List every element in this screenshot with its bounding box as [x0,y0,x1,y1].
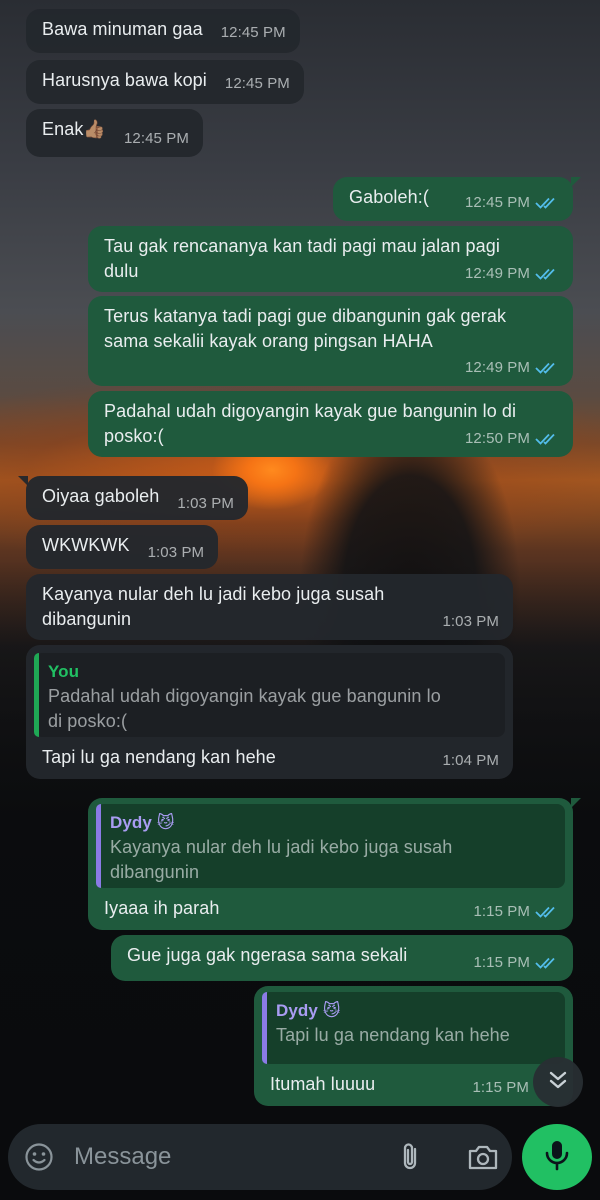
message-time: 1:15 PM [472,1079,529,1096]
double-check-icon [535,905,561,919]
incoming-reply-message[interactable]: You Padahal udah digoyangin kayak gue ba… [26,645,513,779]
message-meta: 1:03 PM [442,609,499,634]
message-time: 1:15 PM [473,954,530,971]
message-meta: 12:50 PM [465,426,561,451]
message-time: 12:45 PM [224,75,290,92]
message-time: 1:04 PM [442,752,499,769]
quoted-message[interactable]: You Padahal udah digoyangin kayak gue ba… [34,653,505,737]
outgoing-message[interactable]: Tau gak rencananya kan tadi pagi mau jal… [88,226,573,292]
quoted-message[interactable]: Dydy 😼 Tapi lu ga nendang kan hehe [262,992,565,1064]
message-time: 1:15 PM [473,903,530,920]
double-check-icon [535,432,561,446]
incoming-message[interactable]: WKWKWK 1:03 PM [26,525,219,569]
outgoing-reply-message[interactable]: Dydy 😼 Tapi lu ga nendang kan hehe Ituma… [254,986,573,1106]
double-check-icon [535,196,561,210]
quoted-text: Tapi lu ga nendang kan hehe [276,1025,510,1045]
message-text: Harusnya bawa kopi [42,70,207,90]
voice-record-button[interactable] [522,1124,592,1190]
quoted-text: Kayanya nular deh lu jadi kebo juga susa… [110,837,453,882]
microphone-icon [544,1139,570,1176]
message-text: Gaboleh:( [349,187,429,207]
message-input[interactable] [74,1138,374,1176]
incoming-message[interactable]: Enak👍🏽 12:45 PM [26,109,203,157]
quoted-sender: Dydy 😼 [276,1001,341,1020]
message-list[interactable]: Bawa minuman gaa 12:45 PM Harusnya bawa k… [0,0,600,1120]
quoted-sender: You [48,662,80,681]
message-time: 12:45 PM [123,130,189,147]
incoming-message[interactable]: Bawa minuman gaa 12:45 PM [26,9,300,53]
outgoing-reply-message[interactable]: Dydy 😼 Kayanya nular deh lu jadi kebo ju… [88,798,581,930]
message-meta: 12:49 PM [465,261,561,286]
outgoing-message[interactable]: Padahal udah digoyangin kayak gue bangun… [88,391,573,457]
double-check-icon [535,267,561,281]
double-check-icon [535,361,561,375]
message-text: Tau gak rencananya kan tadi pagi mau jal… [104,236,500,281]
double-check-icon [535,956,561,970]
message-time: 1:03 PM [147,544,205,561]
quoted-sender: Dydy 😼 [110,813,175,832]
message-time: 12:45 PM [464,194,530,211]
message-time: 12:45 PM [220,24,286,41]
message-text: Enak👍🏽 [42,119,106,139]
quoted-text: Padahal udah digoyangin kayak gue bangun… [48,686,441,731]
message-composer [8,1124,512,1190]
camera-icon[interactable] [466,1142,500,1172]
message-text: Terus katanya tadi pagi gue dibangunin g… [104,306,507,351]
message-meta: 1:15 PM [473,950,561,975]
message-time: 12:50 PM [464,430,530,447]
emoji-icon[interactable] [24,1142,54,1172]
message-time: 12:49 PM [464,359,530,376]
message-meta: 12:49 PM [465,355,561,380]
message-time: 1:03 PM [177,495,234,512]
message-meta: 1:15 PM [472,1075,529,1100]
message-text: Oiyaa gaboleh [42,486,160,506]
message-time: 12:49 PM [464,265,530,282]
outgoing-message[interactable]: Gaboleh:( 12:45 PM [333,177,581,221]
message-text: Gue juga gak ngerasa sama sekali [127,945,408,965]
message-text: WKWKWK [42,535,130,555]
outgoing-message[interactable]: Gue juga gak ngerasa sama sekali 1:15 PM [111,935,573,981]
paperclip-icon[interactable] [396,1141,424,1173]
scroll-to-bottom-button[interactable] [533,1057,583,1107]
message-text: Kayanya nular deh lu jadi kebo juga susa… [42,584,385,629]
message-meta: 12:45 PM [465,190,561,215]
message-text: Bawa minuman gaa [42,19,203,39]
message-text: Tapi lu ga nendang kan hehe [42,747,276,767]
double-chevron-down-icon [547,1069,569,1096]
outgoing-message[interactable]: Terus katanya tadi pagi gue dibangunin g… [88,296,573,386]
quoted-message[interactable]: Dydy 😼 Kayanya nular deh lu jadi kebo ju… [96,804,565,888]
incoming-message[interactable]: Harusnya bawa kopi 12:45 PM [26,60,304,104]
message-meta: 1:04 PM [442,748,499,773]
incoming-message[interactable]: Oiyaa gaboleh 1:03 PM [18,476,248,520]
incoming-message[interactable]: Kayanya nular deh lu jadi kebo juga susa… [26,574,513,640]
message-meta: 1:15 PM [473,899,561,924]
message-time: 1:03 PM [442,613,499,630]
